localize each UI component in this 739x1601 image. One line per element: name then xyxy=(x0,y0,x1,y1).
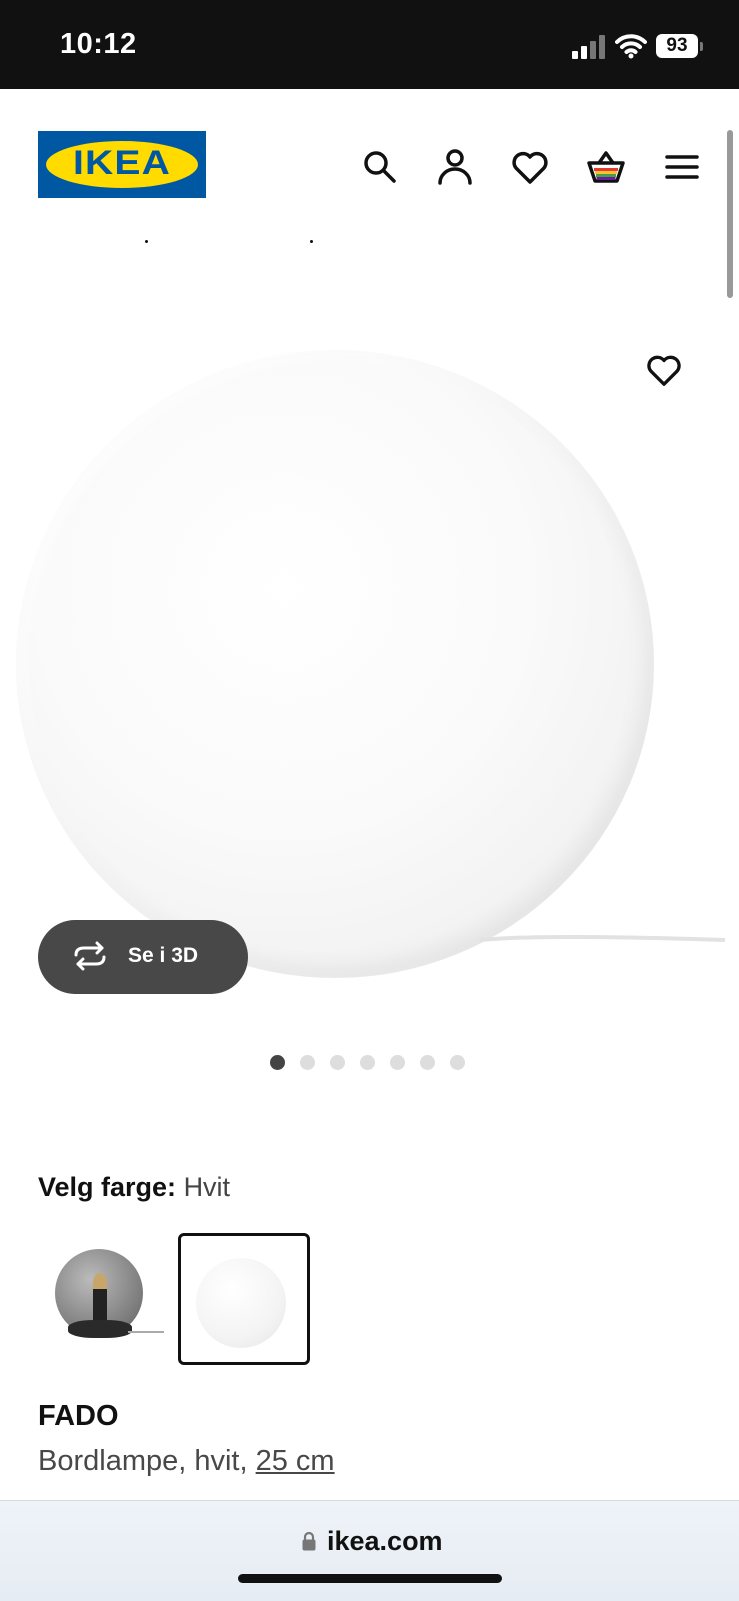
status-bar: 10:12 93 xyxy=(0,0,739,89)
carousel-dot[interactable] xyxy=(360,1055,375,1070)
breadcrumb-separator xyxy=(310,240,313,243)
lock-icon xyxy=(302,1531,316,1551)
status-time: 10:12 xyxy=(60,28,137,60)
page-scrollbar[interactable] xyxy=(727,130,733,298)
battery-tip xyxy=(700,42,703,51)
site-header: IKEA xyxy=(0,89,739,239)
product-size-link[interactable]: 25 cm xyxy=(256,1445,335,1477)
product-description-text: Bordlampe, hvit, xyxy=(38,1445,248,1477)
favourite-heart-icon[interactable] xyxy=(645,352,683,388)
wifi-icon xyxy=(615,34,647,59)
lamp-wire xyxy=(128,1331,164,1333)
breadcrumb-separator xyxy=(145,240,148,243)
carousel-dot[interactable] xyxy=(450,1055,465,1070)
color-selected-value: Hvit xyxy=(183,1172,231,1202)
image-carousel-dots xyxy=(270,1055,480,1071)
logo-text: IKEA xyxy=(72,144,172,182)
carousel-dot[interactable] xyxy=(300,1055,315,1070)
url-text: ikea.com xyxy=(327,1526,443,1556)
account-icon[interactable] xyxy=(435,147,475,187)
product-name: FADO xyxy=(38,1400,119,1432)
product-description: Bordlampe, hvit, 25 cm xyxy=(38,1445,335,1478)
lamp-base xyxy=(68,1320,132,1338)
menu-icon[interactable] xyxy=(662,147,702,187)
white-globe xyxy=(196,1258,286,1348)
browser-url-bar[interactable]: ikea.com xyxy=(0,1500,739,1601)
signal-icon xyxy=(572,35,606,59)
color-swatch-white[interactable] xyxy=(178,1233,310,1365)
battery-icon: 93 xyxy=(656,34,698,58)
ikea-logo[interactable]: IKEA xyxy=(38,131,206,198)
heart-icon[interactable] xyxy=(510,147,550,187)
search-icon[interactable] xyxy=(360,147,400,187)
carousel-dot[interactable] xyxy=(330,1055,345,1070)
color-swatch-grey[interactable] xyxy=(38,1233,170,1365)
cart-icon[interactable] xyxy=(586,147,626,187)
lamp-globe xyxy=(16,350,654,978)
color-label-text: Velg farge: xyxy=(38,1172,177,1202)
home-indicator xyxy=(238,1574,502,1583)
rotate-3d-icon xyxy=(74,941,106,971)
product-image[interactable] xyxy=(0,300,739,1020)
carousel-dot[interactable] xyxy=(390,1055,405,1070)
lamp-cord xyxy=(480,935,725,942)
view-3d-button[interactable]: Se i 3D xyxy=(38,920,248,994)
carousel-dot[interactable] xyxy=(420,1055,435,1070)
color-picker-label: Velg farge: Hvit xyxy=(38,1172,230,1203)
carousel-dot[interactable] xyxy=(270,1055,285,1070)
view-3d-label: Se i 3D xyxy=(128,944,199,967)
